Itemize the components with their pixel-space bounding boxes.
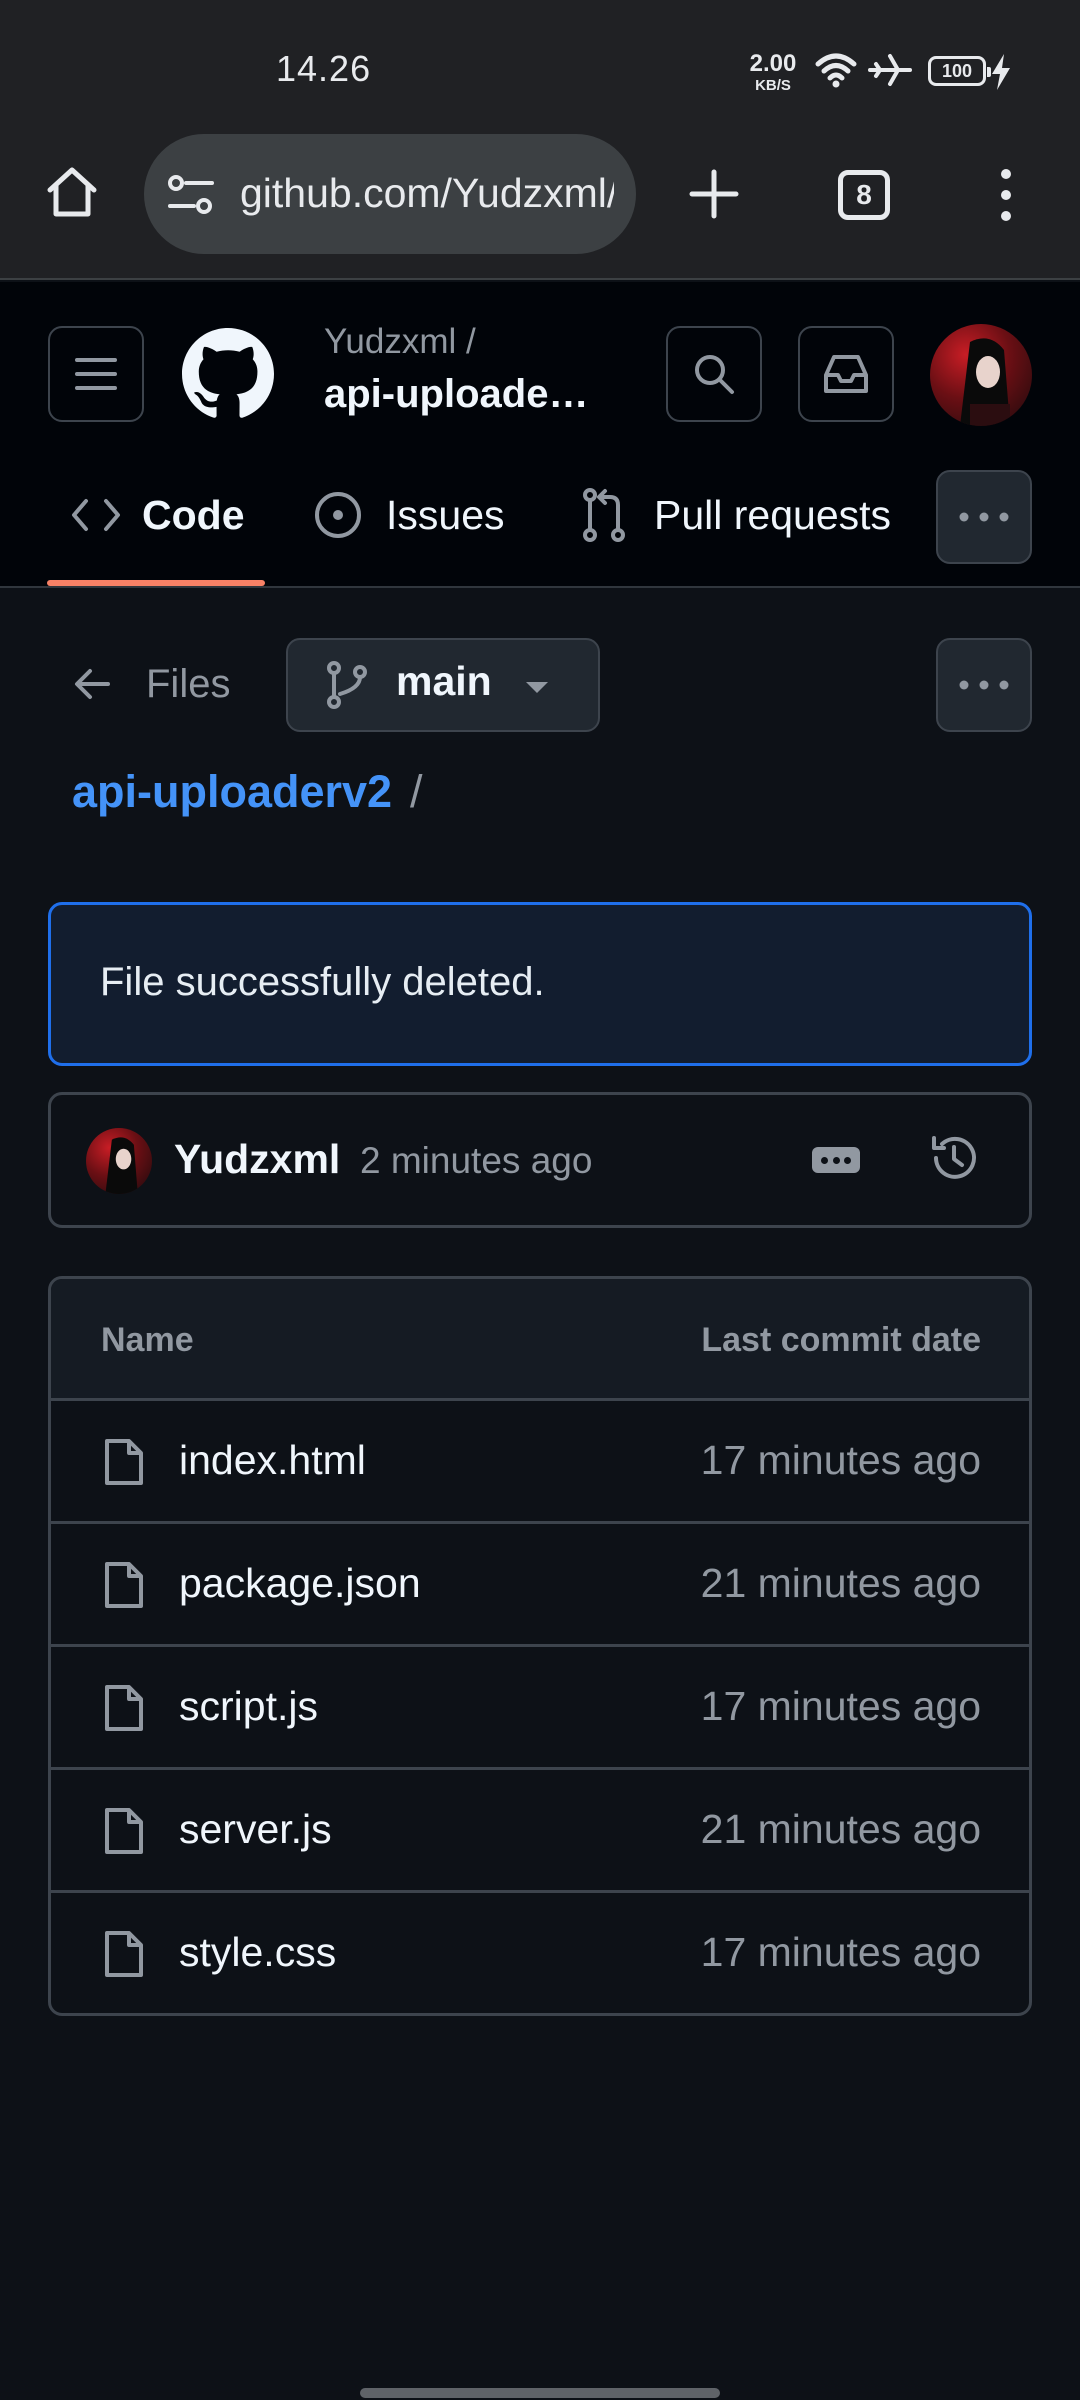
history-icon[interactable]: [928, 1132, 980, 1184]
search-button[interactable]: [666, 326, 762, 422]
tab-pull-requests[interactable]: Pull requests: [582, 480, 891, 550]
repo-name[interactable]: api-uploaderv2: [324, 372, 604, 417]
file-row[interactable]: package.json 21 minutes ago: [51, 1524, 1029, 1647]
hamburger-button[interactable]: [48, 326, 144, 422]
menu-icon[interactable]: [996, 166, 1016, 224]
charging-icon: [992, 54, 1010, 90]
code-icon: [72, 499, 120, 531]
file-name[interactable]: server.js: [179, 1806, 332, 1853]
column-header-name: Name: [101, 1321, 194, 1359]
file-name[interactable]: style.css: [179, 1929, 336, 1976]
file-row[interactable]: index.html 17 minutes ago: [51, 1401, 1029, 1524]
network-speed: 2.00 KB/S: [746, 50, 800, 94]
tab-pull-requests-label: Pull requests: [654, 491, 892, 538]
commit-time: 2 minutes ago: [360, 1140, 593, 1181]
breadcrumb-separator: /: [410, 766, 423, 817]
file-icon: [105, 1439, 143, 1485]
tab-issues-label: Issues: [386, 491, 505, 538]
tab-code-label: Code: [142, 491, 245, 538]
kebab-icon: [959, 680, 1009, 690]
commit-message-toggle[interactable]: [812, 1147, 860, 1173]
pull-request-icon: [583, 488, 625, 542]
active-tab-indicator: [47, 580, 265, 586]
column-header-date: Last commit date: [701, 1321, 981, 1359]
file-commit-date: 17 minutes ago: [700, 1437, 981, 1483]
file-icon: [105, 1562, 143, 1608]
commit-author-avatar[interactable]: [86, 1128, 152, 1194]
file-icon: [105, 1808, 143, 1854]
wifi-icon: [815, 53, 857, 88]
file-commit-date: 21 minutes ago: [700, 1806, 981, 1852]
caret-down-icon: [526, 682, 548, 693]
home-icon[interactable]: [42, 162, 102, 222]
file-commit-date: 17 minutes ago: [700, 1929, 981, 1975]
file-table-header: Name Last commit date: [51, 1279, 1029, 1401]
new-tab-icon[interactable]: [688, 168, 740, 220]
file-icon: [105, 1685, 143, 1731]
file-commit-date: 17 minutes ago: [700, 1683, 981, 1729]
airplane-mode-icon: [868, 54, 912, 86]
issue-icon: [315, 492, 361, 538]
inbox-button[interactable]: [798, 326, 894, 422]
file-name[interactable]: package.json: [179, 1560, 421, 1607]
network-speed-value: 2.00: [749, 50, 797, 77]
tabs-more-button[interactable]: [936, 470, 1032, 564]
status-bar: [0, 0, 1080, 126]
branch-icon: [327, 661, 367, 709]
status-time: 14.26: [276, 48, 372, 89]
battery-indicator: 100: [928, 56, 991, 86]
network-speed-unit: KB/S: [755, 77, 791, 94]
file-row[interactable]: style.css 17 minutes ago: [51, 1893, 1029, 2013]
tab-code[interactable]: Code: [70, 480, 245, 550]
avatar-image: [105, 1137, 138, 1194]
file-name[interactable]: index.html: [179, 1437, 366, 1484]
branch-name: main: [396, 658, 492, 704]
site-settings-icon[interactable]: [166, 172, 216, 218]
github-logo[interactable]: [182, 328, 274, 420]
breadcrumb-repo-link[interactable]: api-uploaderv2: [72, 766, 392, 818]
hamburger-icon: [75, 358, 117, 390]
kebab-icon: [959, 512, 1009, 522]
arrow-left-icon: [75, 669, 110, 699]
file-row[interactable]: script.js 17 minutes ago: [51, 1647, 1029, 1770]
flash-message-text: File successfully deleted.: [100, 960, 545, 1004]
files-label: Files: [146, 661, 231, 706]
user-avatar[interactable]: [930, 324, 1032, 426]
search-icon: [695, 355, 734, 394]
tab-issues[interactable]: Issues: [312, 480, 505, 550]
file-row[interactable]: server.js 21 minutes ago: [51, 1770, 1029, 1893]
avatar-image: [960, 338, 1010, 426]
file-icon: [105, 1931, 143, 1977]
repo-owner[interactable]: Yudzxml /: [324, 322, 476, 362]
file-table: Name Last commit date index.html 17 minu…: [48, 1276, 1032, 2016]
url-text[interactable]: github.com/Yudzxml/api-uploaderv2: [240, 170, 614, 220]
file-actions-button[interactable]: [936, 638, 1032, 732]
inbox-icon: [824, 355, 868, 393]
files-back-link[interactable]: Files: [72, 652, 230, 716]
tab-switcher-button[interactable]: 8: [838, 170, 890, 220]
gesture-home-bar[interactable]: [360, 2388, 720, 2398]
file-name[interactable]: script.js: [179, 1683, 318, 1730]
commit-author[interactable]: Yudzxml: [174, 1136, 340, 1183]
file-commit-date: 21 minutes ago: [700, 1560, 981, 1606]
